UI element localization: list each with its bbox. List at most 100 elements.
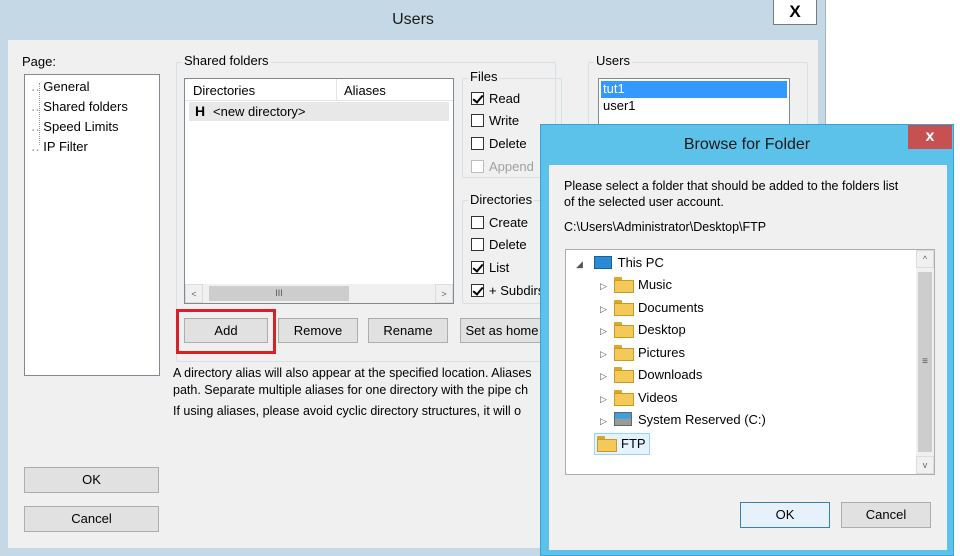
collapse-icon[interactable]: ◢ bbox=[576, 259, 590, 270]
page-item-label: IP Filter bbox=[43, 139, 88, 154]
column-header-aliases[interactable]: Aliases bbox=[337, 79, 453, 101]
directory-list[interactable]: Directories Aliases H <new directory> < … bbox=[184, 78, 454, 304]
page-item-general[interactable]: ‥ General bbox=[31, 79, 90, 95]
ftp-folder-icon bbox=[597, 436, 617, 452]
dialog-title: Browse for Folder bbox=[683, 136, 811, 153]
page-item-label: General bbox=[43, 79, 90, 94]
tree-node-label: Videos bbox=[638, 390, 678, 405]
tree-node-this-pc[interactable]: ◢ This PC bbox=[576, 255, 664, 270]
scroll-thumb[interactable]: III bbox=[209, 286, 349, 301]
downloads-folder-icon bbox=[614, 367, 634, 383]
instruction-line1: Please select a folder that should be ad… bbox=[564, 179, 899, 193]
instruction-line2: of the selected user account. bbox=[564, 195, 724, 209]
checkbox-box[interactable] bbox=[471, 137, 484, 150]
checkbox-box[interactable] bbox=[471, 238, 484, 251]
page-item-speed-limits[interactable]: ‥ Speed Limits bbox=[31, 119, 118, 135]
close-button[interactable]: x bbox=[908, 125, 952, 149]
user-item[interactable]: user1 bbox=[601, 98, 787, 115]
desktop-folder-icon bbox=[614, 322, 634, 338]
horizontal-scrollbar[interactable]: < III > bbox=[185, 284, 453, 303]
close-button[interactable]: X bbox=[773, 0, 817, 25]
ok-button[interactable]: OK bbox=[740, 502, 830, 528]
page-label: Page: bbox=[22, 54, 56, 69]
user-item-selected[interactable]: tut1 bbox=[601, 81, 787, 98]
scroll-left-icon[interactable]: < bbox=[185, 284, 203, 303]
checkbox-box[interactable] bbox=[471, 216, 484, 229]
page-tree[interactable]: ‥ General ‥ Shared folders ‥ Speed Limit… bbox=[24, 74, 160, 376]
dirs-create-checkbox[interactable]: Create bbox=[471, 215, 528, 230]
files-delete-checkbox[interactable]: Delete bbox=[471, 136, 527, 151]
browse-for-folder-dialog: Browse for Folder x Please select a fold… bbox=[540, 124, 954, 556]
cancel-button[interactable]: Cancel bbox=[24, 506, 159, 532]
selected-path: C:\Users\Administrator\Desktop\FTP bbox=[564, 220, 767, 234]
checkbox-label: Delete bbox=[489, 136, 527, 151]
checkbox-box[interactable] bbox=[471, 284, 484, 297]
files-read-checkbox[interactable]: Read bbox=[471, 91, 520, 106]
videos-folder-icon bbox=[614, 390, 634, 406]
expand-icon[interactable]: ▷ bbox=[600, 281, 614, 292]
expand-icon[interactable]: ▷ bbox=[600, 326, 614, 337]
cancel-button[interactable]: Cancel bbox=[841, 502, 931, 528]
rename-button[interactable]: Rename bbox=[368, 318, 448, 343]
set-as-home-button[interactable]: Set as home bbox=[460, 318, 544, 343]
alias-info-line2: path. Separate multiple aliases for one … bbox=[173, 383, 529, 397]
directory-row[interactable]: H <new directory> bbox=[189, 102, 449, 121]
dirs-subdirs-checkbox[interactable]: + Subdirs bbox=[471, 283, 544, 298]
remove-button[interactable]: Remove bbox=[278, 318, 358, 343]
tree-node-ftp-selected[interactable]: FTP bbox=[594, 433, 650, 455]
directories-title: Directories bbox=[468, 192, 535, 207]
column-header-directories[interactable]: Directories bbox=[185, 79, 337, 101]
dirs-delete-checkbox[interactable]: Delete bbox=[471, 237, 527, 252]
ok-button[interactable]: OK bbox=[24, 467, 159, 493]
page-item-ip-filter[interactable]: ‥ IP Filter bbox=[31, 139, 88, 155]
add-button[interactable]: Add bbox=[184, 318, 268, 343]
tree-node-label: This PC bbox=[617, 255, 664, 270]
pictures-folder-icon bbox=[614, 345, 634, 361]
drive-icon bbox=[614, 412, 632, 426]
browse-client-area: Please select a folder that should be ad… bbox=[549, 165, 947, 550]
tree-node-label: Documents bbox=[638, 300, 704, 315]
expand-icon[interactable]: ▷ bbox=[600, 304, 614, 315]
checkbox-label: List bbox=[489, 260, 510, 275]
checkbox-box bbox=[471, 160, 484, 173]
checkbox-box[interactable] bbox=[471, 261, 484, 274]
tree-node-label: System Reserved (C:) bbox=[638, 412, 766, 427]
files-title: Files bbox=[468, 69, 500, 84]
tree-node-documents[interactable]: ▷ Documents bbox=[600, 300, 704, 316]
checkbox-label: Delete bbox=[489, 237, 527, 252]
expand-icon[interactable]: ▷ bbox=[600, 394, 614, 405]
scroll-down-icon[interactable]: v bbox=[916, 456, 934, 474]
expand-icon[interactable]: ▷ bbox=[600, 349, 614, 360]
expand-icon[interactable]: ▷ bbox=[600, 371, 614, 382]
scroll-up-icon[interactable]: ^ bbox=[916, 250, 934, 268]
tree-node-videos[interactable]: ▷ Videos bbox=[600, 390, 678, 406]
tree-node-system-reserved[interactable]: ▷ System Reserved (C:) bbox=[600, 412, 766, 427]
checkbox-box[interactable] bbox=[471, 114, 484, 127]
checkbox-label: Create bbox=[489, 215, 529, 230]
checkbox-label: + Subdirs bbox=[489, 283, 545, 298]
alias-info-line3: If using aliases, please avoid cyclic di… bbox=[173, 404, 522, 418]
alias-info-line1: A directory alias will also appear at th… bbox=[173, 366, 532, 380]
tree-node-desktop[interactable]: ▷ Desktop bbox=[600, 322, 686, 338]
page-item-shared-folders[interactable]: ‥ Shared folders bbox=[31, 99, 128, 115]
scroll-right-icon[interactable]: > bbox=[435, 284, 453, 303]
tree-node-label: Desktop bbox=[638, 322, 686, 337]
checkbox-label: Write bbox=[489, 113, 520, 128]
tree-node-music[interactable]: ▷ Music bbox=[600, 277, 672, 293]
page-item-label: Speed Limits bbox=[43, 119, 119, 134]
folder-tree[interactable]: ◢ This PC ▷ Music ▷ Documents ▷ Desktop ▷ Pi… bbox=[565, 249, 935, 475]
dirs-list-checkbox[interactable]: List bbox=[471, 260, 509, 275]
tree-node-downloads[interactable]: ▷ Downloads bbox=[600, 367, 702, 383]
home-marker: H bbox=[195, 103, 206, 119]
checkbox-box[interactable] bbox=[471, 92, 484, 105]
tree-node-label: FTP bbox=[621, 436, 646, 451]
tree-node-label: Pictures bbox=[638, 345, 685, 360]
expand-icon[interactable]: ▷ bbox=[600, 416, 614, 427]
scroll-thumb[interactable]: ≡ bbox=[918, 272, 932, 452]
tree-node-pictures[interactable]: ▷ Pictures bbox=[600, 345, 685, 361]
music-folder-icon bbox=[614, 277, 634, 293]
files-write-checkbox[interactable]: Write bbox=[471, 113, 519, 128]
checkbox-label: Read bbox=[489, 91, 521, 106]
vertical-scrollbar[interactable]: ^ ≡ v bbox=[916, 250, 934, 474]
tree-node-label: Music bbox=[638, 277, 672, 292]
